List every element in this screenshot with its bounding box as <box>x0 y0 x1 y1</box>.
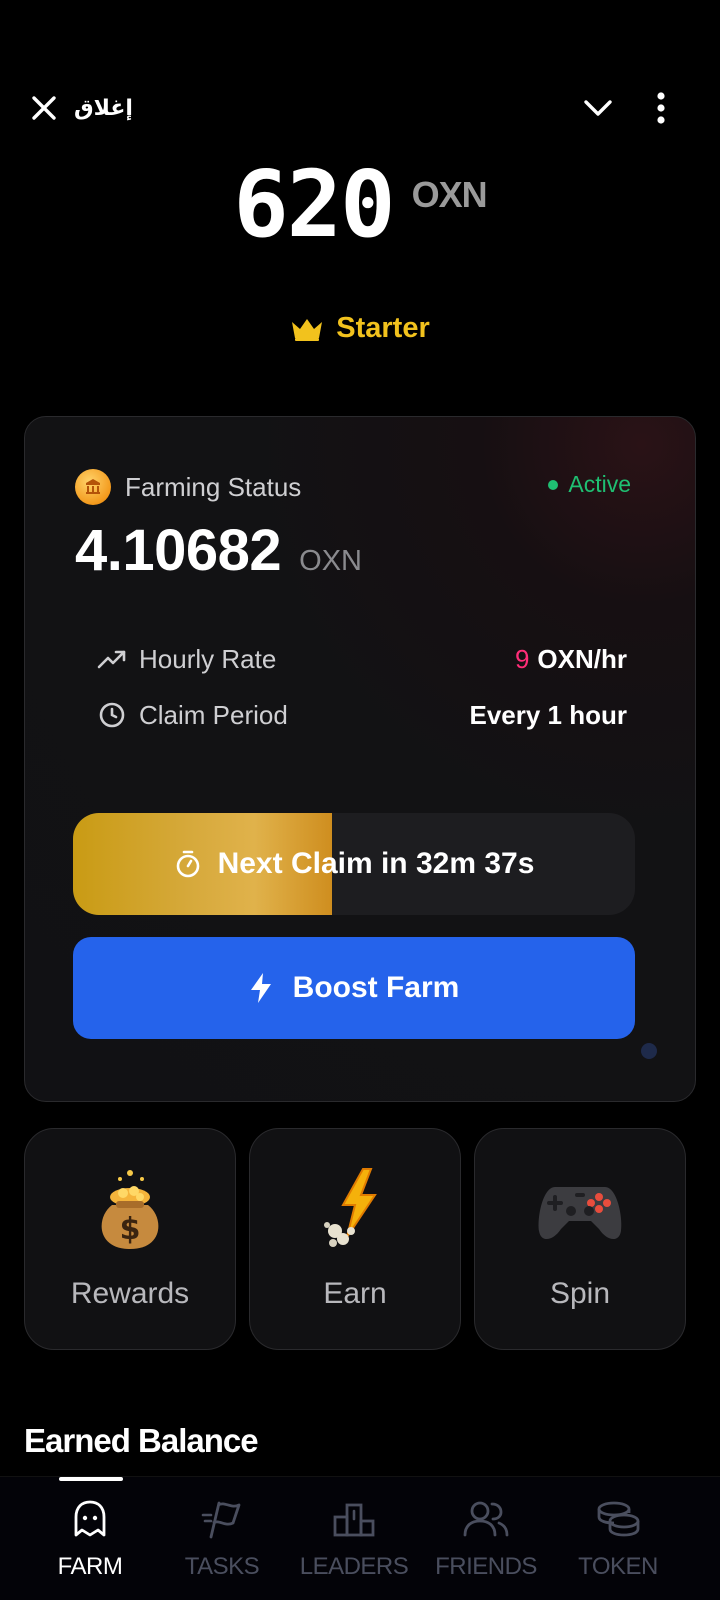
farming-status-header: Farming Status <box>75 469 301 505</box>
nav-leaders[interactable]: LEADERS <box>282 1477 426 1600</box>
flag-icon <box>150 1499 294 1539</box>
total-balance: 620 OXN <box>0 150 720 260</box>
chevron-down-icon[interactable] <box>582 96 614 120</box>
nav-leaders-label: LEADERS <box>299 1553 409 1580</box>
svg-text:$: $ <box>120 1212 141 1247</box>
status-badge: Active <box>548 471 631 498</box>
gamepad-icon <box>475 1165 685 1255</box>
close-button[interactable]: إغلاق <box>30 94 133 122</box>
farming-status-card: Farming Status Active 4.10682 OXN Hourly… <box>24 416 696 1102</box>
nav-tasks-label: TASKS <box>184 1553 260 1580</box>
balance-amount: 620 <box>233 151 395 258</box>
carousel-dot <box>641 1043 657 1059</box>
earn-label: Earn <box>323 1277 387 1310</box>
app-screen: إغلاق 620 OXN Starter Farming Status Act… <box>0 0 720 1600</box>
lightning-icon <box>250 973 271 1003</box>
next-claim-label: Next Claim in 32m 37s <box>217 847 535 880</box>
status-dot <box>548 479 559 490</box>
farmed-unit: OXN <box>299 545 362 577</box>
hourly-rate-label: Hourly Rate <box>139 643 277 674</box>
stopwatch-icon <box>176 850 199 878</box>
claim-period-row: Claim Period Every 1 hour <box>97 695 627 735</box>
rewards-tile[interactable]: $ Rewards <box>24 1128 236 1350</box>
podium-icon <box>282 1499 426 1539</box>
nav-token[interactable]: TOKEN <box>546 1477 690 1600</box>
spin-tile[interactable]: Spin <box>474 1128 686 1350</box>
hourly-rate-value: 9 OXN/hr <box>515 644 627 675</box>
farming-status-title: Farming Status <box>125 471 302 502</box>
farmed-amount: 4.10682 OXN <box>75 517 362 584</box>
close-icon <box>32 96 56 120</box>
top-bar: إغلاق <box>0 80 720 140</box>
rewards-label: Rewards <box>70 1277 190 1310</box>
tier-badge: Starter <box>0 312 720 345</box>
boost-farm-button[interactable]: Boost Farm <box>73 937 635 1039</box>
hourly-rate-number: 9 <box>514 643 530 674</box>
more-menu-icon[interactable] <box>654 92 668 124</box>
earned-balance-heading: Earned Balance <box>24 1422 259 1459</box>
nav-farm-label: FARM <box>57 1553 123 1580</box>
nav-farm[interactable]: FARM <box>18 1477 162 1600</box>
hourly-rate-row: Hourly Rate 9 OXN/hr <box>97 639 627 679</box>
claim-period-label: Claim Period <box>139 699 288 730</box>
status-label: Active <box>568 471 631 497</box>
nav-friends[interactable]: FRIENDS <box>414 1477 558 1600</box>
money-bag-icon: $ <box>25 1165 235 1255</box>
lightning-icon <box>250 1165 460 1255</box>
coin-icon <box>75 469 111 505</box>
farmed-value: 4.10682 <box>75 518 282 583</box>
boost-farm-label: Boost Farm <box>292 971 460 1004</box>
tier-label: Starter <box>336 312 430 344</box>
hourly-rate-unit: OXN/hr <box>537 643 627 674</box>
coins-icon <box>546 1499 690 1539</box>
users-icon <box>414 1499 558 1539</box>
balance-unit: OXN <box>411 174 488 215</box>
bottom-navigation: FARM TASKS LEADERS FRIENDS TOKEN <box>0 1476 720 1600</box>
earn-tile[interactable]: Earn <box>249 1128 461 1350</box>
nav-friends-label: FRIENDS <box>435 1553 537 1580</box>
feature-tiles: $ Rewards Earn Spin <box>24 1128 696 1350</box>
nav-token-label: TOKEN <box>578 1553 658 1580</box>
trending-up-icon <box>97 644 127 674</box>
crown-icon <box>292 318 323 341</box>
claim-period-value: Every 1 hour <box>469 699 627 730</box>
nav-tasks[interactable]: TASKS <box>150 1477 294 1600</box>
clock-icon <box>97 700 127 730</box>
spin-label: Spin <box>549 1277 611 1310</box>
close-label: إغلاق <box>74 95 133 120</box>
ghost-icon <box>18 1499 162 1539</box>
next-claim-button[interactable]: Next Claim in 32m 37s <box>73 813 635 915</box>
